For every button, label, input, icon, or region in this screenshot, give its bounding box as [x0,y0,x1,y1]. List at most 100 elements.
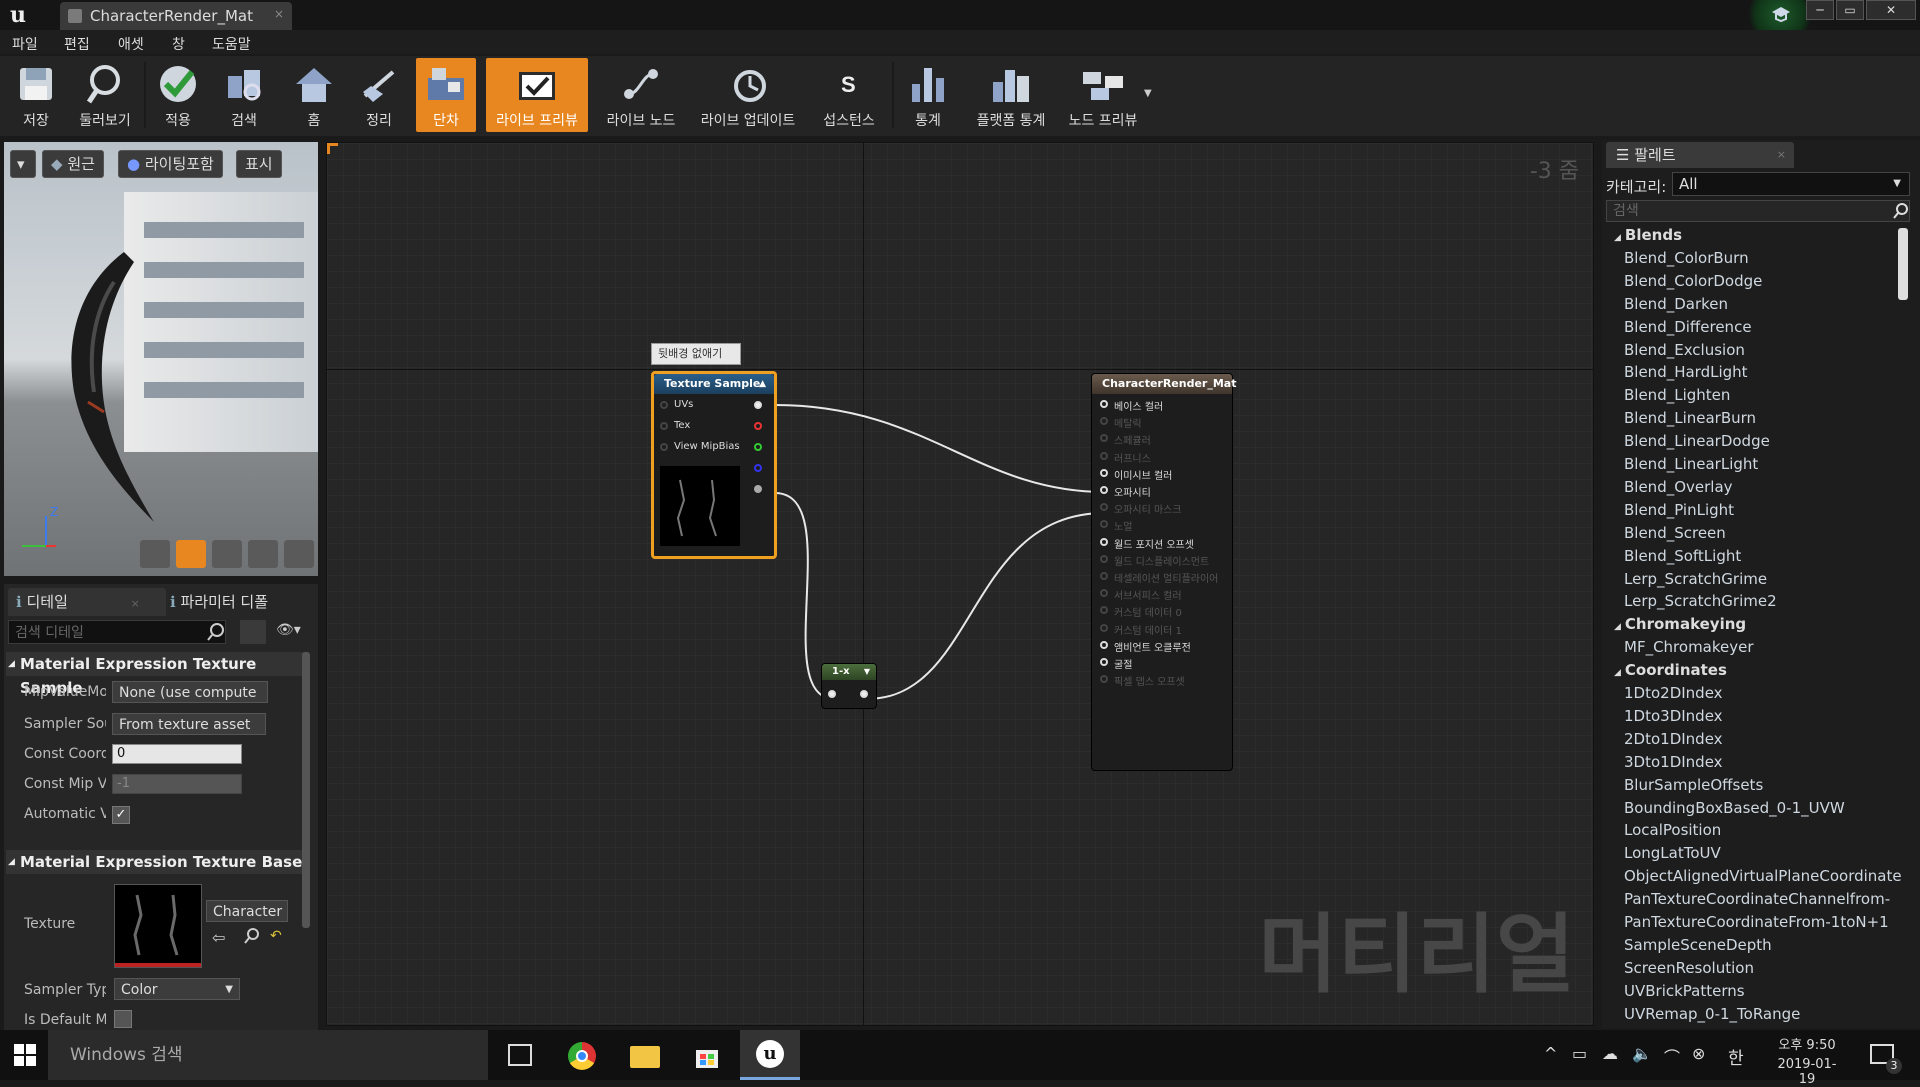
result-input-pin[interactable] [1100,675,1108,684]
preview-viewport[interactable]: ▾ ◆ 원근 ● 라이팅포함 표시 Z [4,142,318,576]
one-minus-input-pin[interactable] [828,690,836,698]
palette-item[interactable]: PanTextureCoordinateChannelfrom- [1624,890,1890,908]
unreal-logo-icon[interactable]: u [4,2,32,28]
palette-scrollbar[interactable] [1898,228,1908,300]
result-input-pin[interactable] [1100,451,1108,460]
sampler-source-select[interactable]: From texture asset [112,713,266,735]
learn-icon[interactable] [1770,4,1792,24]
result-input-pin[interactable] [1100,434,1108,443]
use-selected-asset-icon[interactable]: ⇦ [212,928,225,947]
palette-item[interactable]: 3Dto1DIndex [1624,753,1723,771]
palette-item[interactable]: Blend_Lighten [1624,386,1730,404]
result-input-pin[interactable] [1100,658,1108,666]
home-button[interactable]: 홈 [284,58,344,132]
palette-item[interactable]: BoundingBoxBased_0-1_UVW [1624,799,1845,817]
details-scrollbar[interactable] [302,652,310,928]
result-node[interactable]: CharacterRender_Mat 베이스 컬러 메탈릭 스페큘러 러프니스 이미시… [1091,373,1237,771]
apply-button[interactable]: 적용 [150,58,206,132]
palette-item[interactable]: Blend_LinearLight [1624,455,1758,473]
result-input-pin[interactable] [1100,417,1108,426]
palette-item[interactable]: Blend_ColorDodge [1624,272,1762,290]
b-output-pin[interactable] [754,464,762,472]
onedrive-icon[interactable]: ☁ [1602,1044,1618,1063]
reset-to-default-icon[interactable]: ↶ [270,928,282,944]
automatic-view-mip-checkbox[interactable]: ✓ [112,806,130,824]
preview-cylinder-button[interactable] [140,540,170,568]
live-update-button[interactable]: 라이브 업데이트 [694,58,802,132]
palette-item[interactable]: ScreenResolution [1624,959,1754,977]
tab-details[interactable]: ℹ 디테일 × [8,588,166,616]
browse-asset-icon[interactable] [244,928,260,944]
statistics-button[interactable]: 통계 [898,58,958,132]
result-input-pin[interactable] [1100,606,1108,615]
palette-item[interactable]: BlurSampleOffsets [1624,776,1763,794]
result-input-pin[interactable] [1100,554,1108,563]
sync-error-icon[interactable]: ⊗ [1692,1044,1705,1063]
palette-item[interactable]: UVBrickPatterns [1624,982,1745,1000]
palette-item[interactable]: SampleSceneDepth [1624,936,1772,954]
search-button[interactable]: 검색 [214,58,274,132]
close-window-button[interactable]: ✕ [1866,0,1916,20]
battery-icon[interactable]: ▭ [1572,1044,1587,1063]
menu-file[interactable]: 파일 [12,34,38,54]
tex-input-pin[interactable] [660,422,668,430]
ime-indicator[interactable]: 한 [1728,1044,1744,1069]
texture-thumbnail[interactable] [114,884,202,968]
clean-button[interactable]: 정리 [350,58,408,132]
close-tab-icon[interactable]: × [274,7,284,21]
view-mipbias-input-pin[interactable] [660,443,668,451]
live-preview-button[interactable]: 라이브 프리뷰 [486,58,588,132]
palette-tab[interactable]: ☰ 팔레트 × [1606,142,1794,168]
palette-item[interactable]: LocalPosition [1624,821,1721,839]
minimize-button[interactable]: ─ [1806,0,1834,20]
palette-item[interactable]: ObjectAlignedVirtualPlaneCoordinate [1624,867,1902,885]
texture-asset-select[interactable]: Character [206,900,288,922]
result-input-pin[interactable] [1100,640,1108,649]
result-input-pin[interactable] [1100,503,1108,512]
store-icon[interactable] [694,1044,720,1070]
comment-bubble[interactable]: 뒷배경 없애기 [651,343,741,365]
palette-category[interactable]: ◢ Coordinates [1614,661,1727,679]
r-output-pin[interactable] [754,422,762,430]
network-icon[interactable]: ⌒ [1664,1044,1680,1068]
palette-item[interactable]: Blend_LinearDodge [1624,432,1770,450]
viewport-options-button[interactable]: ▾ [10,150,36,178]
show-hidden-icons[interactable]: ^ [1544,1044,1557,1063]
const-mip-input[interactable]: -1 [112,774,242,794]
task-view-icon[interactable] [508,1044,532,1066]
lit-button[interactable]: ● 라이팅포함 [118,150,223,178]
live-nodes-button[interactable]: 라이브 노드 [596,58,686,132]
preview-sphere-button[interactable] [176,540,206,568]
palette-item[interactable]: Blend_HardLight [1624,363,1748,381]
palette-item[interactable]: Blend_Darken [1624,295,1728,313]
section-texture-sample[interactable]: ◢ Material Expression Texture Sample [6,652,304,697]
palette-item[interactable]: Blend_PinLight [1624,501,1734,519]
section-texture-base[interactable]: ◢ Material Expression Texture Base [6,850,304,874]
result-input-pin[interactable] [1100,623,1108,632]
a-output-pin[interactable] [754,485,762,493]
result-input-pin[interactable] [1100,520,1108,529]
is-default-meshpaint-checkbox[interactable] [114,1010,132,1028]
rgb-output-pin[interactable] [754,401,762,409]
toolbar-overflow-icon[interactable]: ▼ [1144,88,1152,99]
clock[interactable]: 오후 9:50 2019-01-19 [1770,1034,1844,1087]
palette-item[interactable]: Blend_LinearBurn [1624,409,1756,427]
chrome-icon[interactable] [568,1042,596,1070]
palette-item[interactable]: MF_Chromakeyer [1624,638,1754,656]
tab-parameter-defaults[interactable]: ℹ 파라미터 디폴 [164,588,310,616]
palette-item[interactable]: Blend_Screen [1624,524,1726,542]
mip-value-mode-select[interactable]: None (use compute [112,681,268,703]
show-button[interactable]: 표시 [236,150,282,178]
palette-item[interactable]: 1Dto2DIndex [1624,684,1723,702]
volume-icon[interactable]: 🔈 [1632,1044,1652,1063]
palette-category[interactable]: ◢ Blends [1614,226,1682,244]
uvs-input-pin[interactable] [660,401,668,409]
material-graph[interactable]: -3 줌 머티리얼 뒷배경 없애기 Texture Sample ▲ UVs Te… [326,142,1594,1026]
palette-search-input[interactable]: 검색 [1606,200,1910,222]
node-preview-button[interactable]: 노드 프리뷰 [1062,58,1144,132]
menu-edit[interactable]: 편집 [64,34,90,54]
one-minus-output-pin[interactable] [860,690,868,698]
texture-sample-node[interactable]: Texture Sample ▲ UVs Tex View MipBias [651,371,777,559]
palette-category[interactable]: ◢ Chromakeying [1614,615,1746,633]
palette-item[interactable]: 1Dto3DIndex [1624,707,1723,725]
